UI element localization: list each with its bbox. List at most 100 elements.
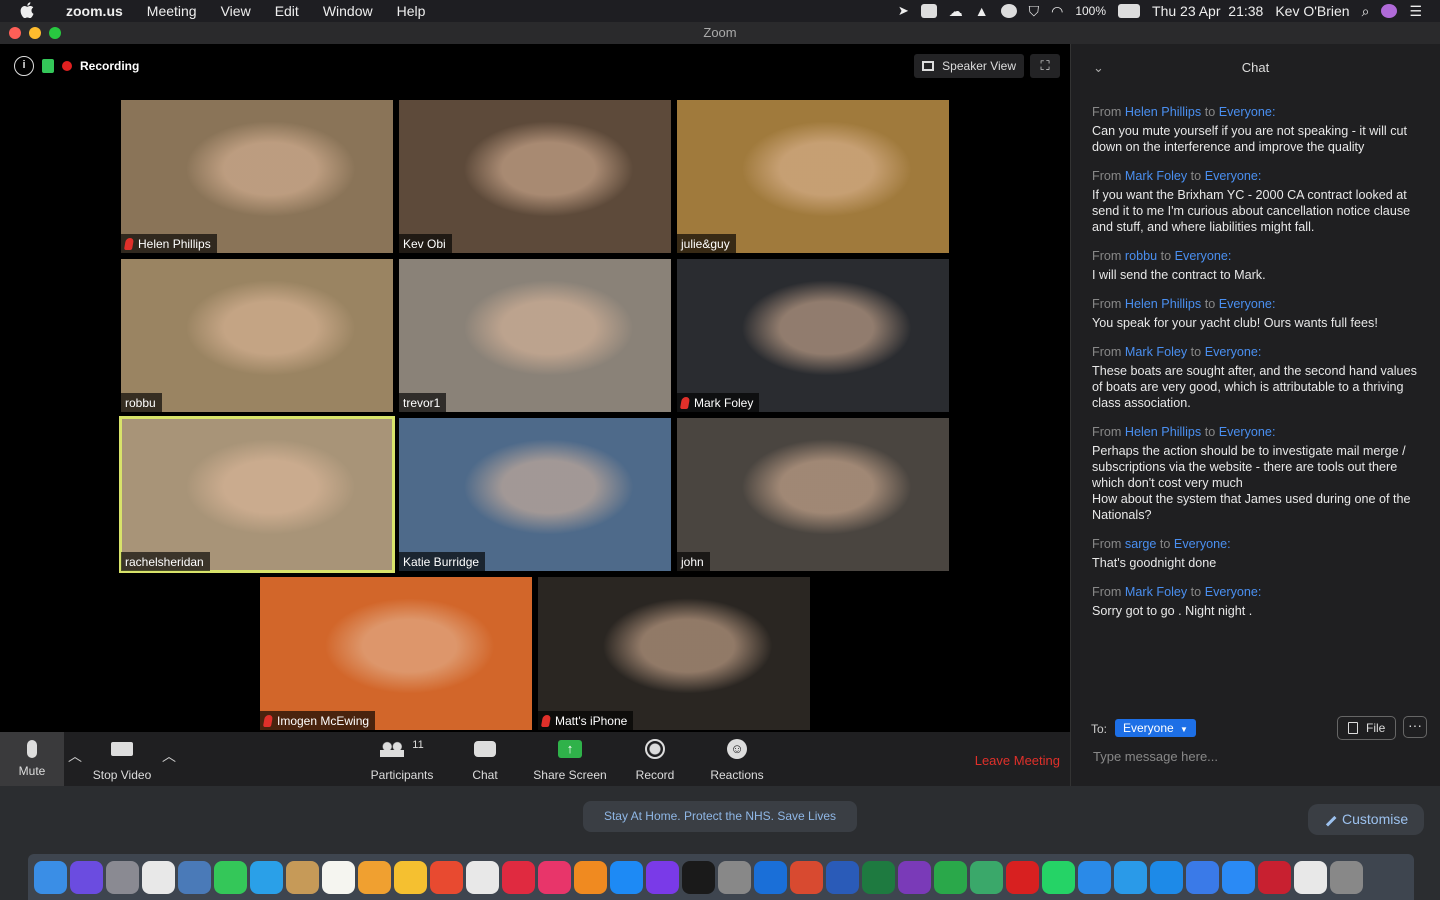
participants-button[interactable]: 11 Participants (366, 736, 438, 782)
wifi-icon[interactable]: ◠ (1051, 3, 1063, 20)
speaker-view-button[interactable]: Speaker View (914, 54, 1024, 78)
more-options-button[interactable]: ··· (1403, 716, 1427, 738)
dock-app-icon[interactable] (754, 860, 787, 894)
checkmark-icon[interactable] (1000, 4, 1017, 18)
announcement-banner[interactable]: Stay At Home. Protect the NHS. Save Live… (583, 801, 857, 832)
video-tile[interactable]: robbu (121, 259, 393, 412)
share-screen-button[interactable]: ↑ Share Screen (530, 736, 610, 782)
video-tile[interactable]: rachelsheridan (119, 416, 395, 573)
chat-button[interactable]: Chat (464, 736, 506, 782)
dock-app-icon[interactable] (970, 860, 1003, 894)
dock-app-icon[interactable] (430, 860, 463, 894)
video-tile[interactable]: john (677, 418, 949, 571)
app-menu[interactable]: zoom.us (54, 3, 135, 19)
dock-app-icon[interactable] (1186, 860, 1219, 894)
dock-app-icon[interactable] (1042, 860, 1075, 894)
chevron-down-icon[interactable]: ⌄ (1093, 44, 1104, 92)
customise-button[interactable]: Customise (1308, 804, 1424, 835)
message-sender[interactable]: Helen Phillips (1125, 297, 1201, 311)
video-tile[interactable]: trevor1 (399, 259, 671, 412)
dock-app-icon[interactable] (394, 860, 427, 894)
close-window-button[interactable] (9, 27, 21, 39)
shield-icon[interactable]: ⛉ (1029, 3, 1040, 20)
menu-window[interactable]: Window (311, 3, 385, 19)
dock-app-icon[interactable] (214, 860, 247, 894)
video-tile[interactable]: Helen Phillips (121, 100, 393, 253)
dock-app-icon[interactable] (1006, 860, 1039, 894)
dock-app-icon[interactable] (646, 860, 679, 894)
location-icon[interactable]: ➤ (898, 3, 909, 19)
dock-app-icon[interactable] (934, 860, 967, 894)
dock-app-icon[interactable] (70, 860, 103, 894)
message-sender[interactable]: Helen Phillips (1125, 425, 1201, 439)
message-sender[interactable]: Mark Foley (1125, 169, 1187, 183)
dock-app-icon[interactable] (1294, 860, 1327, 894)
zoom-status-icon[interactable] (920, 4, 937, 18)
dock-app-icon[interactable] (142, 860, 175, 894)
mute-button[interactable]: Mute (0, 732, 64, 786)
info-icon[interactable]: i (14, 56, 34, 76)
record-button[interactable]: Record (630, 736, 680, 782)
dock-app-icon[interactable] (466, 860, 499, 894)
clock[interactable]: Thu 23 Apr 21:38 (1152, 3, 1263, 19)
chat-message-input[interactable] (1093, 749, 1413, 764)
dock-app-icon[interactable] (178, 860, 211, 894)
notification-center-icon[interactable]: ☰ (1409, 3, 1422, 20)
message-sender[interactable]: Mark Foley (1125, 345, 1187, 359)
zoom-window-button[interactable] (49, 27, 61, 39)
dock-app-icon[interactable] (574, 860, 607, 894)
dock-app-icon[interactable] (1222, 860, 1255, 894)
dock-app-icon[interactable] (106, 860, 139, 894)
video-tile[interactable]: Imogen McEwing (260, 577, 532, 730)
siri-icon[interactable] (1381, 4, 1398, 18)
recipient-dropdown[interactable]: Everyone ▼ (1115, 719, 1196, 737)
minimize-window-button[interactable] (29, 27, 41, 39)
dock-app-icon[interactable] (862, 860, 895, 894)
menu-view[interactable]: View (209, 3, 263, 19)
dock-app-icon[interactable] (610, 860, 643, 894)
video-options-chevron-icon[interactable]: ︿ (162, 746, 176, 766)
menu-edit[interactable]: Edit (263, 3, 311, 19)
dock-app-icon[interactable] (286, 860, 319, 894)
message-sender[interactable]: Helen Phillips (1125, 105, 1201, 119)
dock-app-icon[interactable] (322, 860, 355, 894)
message-sender[interactable]: sarge (1125, 537, 1157, 551)
fullscreen-button[interactable]: ⛶ (1030, 54, 1060, 78)
message-sender[interactable]: Mark Foley (1125, 585, 1187, 599)
dock-app-icon[interactable] (1078, 860, 1111, 894)
lock-icon[interactable] (42, 59, 54, 73)
cloud-icon[interactable]: ☁ (949, 3, 963, 20)
spotlight-icon[interactable]: ⌕ (1362, 3, 1370, 20)
dock-app-icon[interactable] (826, 860, 859, 894)
dock-app-icon[interactable] (34, 860, 67, 894)
stop-video-button[interactable]: Stop Video (88, 736, 156, 782)
leave-meeting-button[interactable]: Leave Meeting (975, 753, 1060, 768)
reactions-button[interactable]: ☺ Reactions (706, 736, 768, 782)
dock-app-icon[interactable] (790, 860, 823, 894)
dock-app-icon[interactable] (250, 860, 283, 894)
dock-app-icon[interactable] (898, 860, 931, 894)
warning-icon[interactable]: ▲ (975, 3, 989, 19)
video-tile[interactable]: julie&guy (677, 100, 949, 253)
audio-options-chevron-icon[interactable]: ︿ (68, 746, 82, 766)
menu-meeting[interactable]: Meeting (135, 3, 209, 19)
message-sender[interactable]: robbu (1125, 249, 1157, 263)
user-name[interactable]: Kev O'Brien (1275, 3, 1349, 19)
dock-app-icon[interactable] (358, 860, 391, 894)
dock-app-icon[interactable] (1258, 860, 1291, 894)
dock-app-icon[interactable] (538, 860, 571, 894)
dock-app-icon[interactable] (682, 860, 715, 894)
video-tile[interactable]: Kev Obi (399, 100, 671, 253)
video-tile[interactable]: Katie Burridge (399, 418, 671, 571)
dock-app-icon[interactable] (502, 860, 535, 894)
dock-app-icon[interactable] (1114, 860, 1147, 894)
dock-app-icon[interactable] (718, 860, 751, 894)
menu-help[interactable]: Help (385, 3, 438, 19)
battery-icon[interactable] (1118, 4, 1141, 18)
dock-app-icon[interactable] (1330, 860, 1363, 894)
dock-app-icon[interactable] (1150, 860, 1183, 894)
video-tile[interactable]: Matt's iPhone (538, 577, 810, 730)
file-button[interactable]: File (1337, 716, 1397, 740)
video-tile[interactable]: Mark Foley (677, 259, 949, 412)
apple-icon[interactable] (20, 1, 44, 21)
